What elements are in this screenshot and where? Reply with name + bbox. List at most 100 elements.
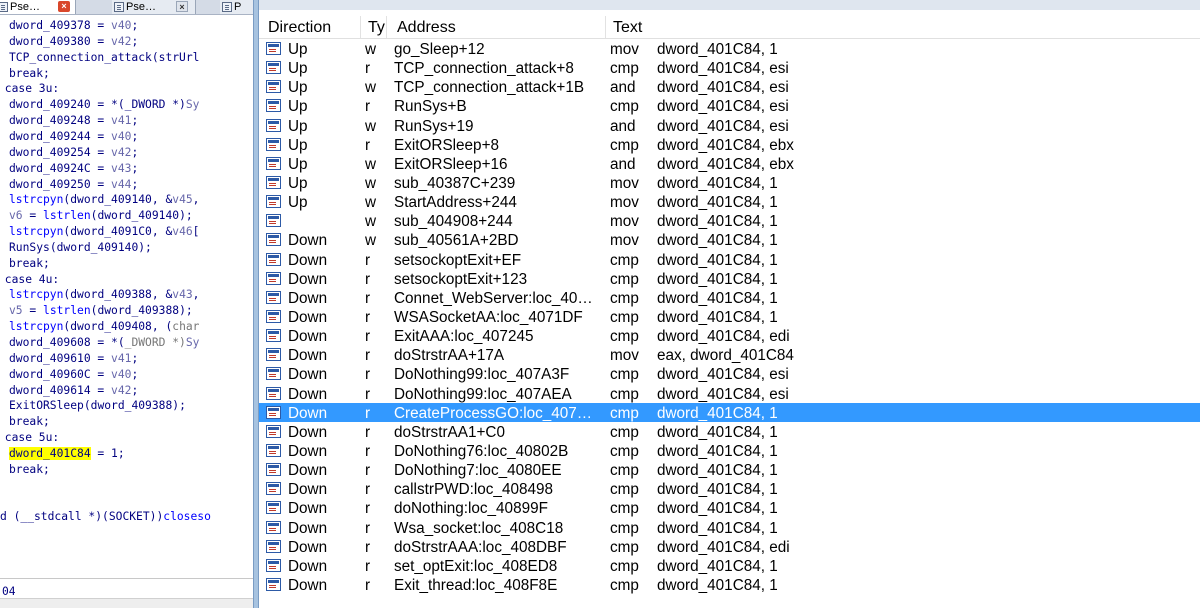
xref-row[interactable]: Up r TCP_connection_attack+8 cmp dword_401C8… — [259, 58, 1200, 77]
xref-type: r — [365, 251, 371, 269]
xref-instruction: cmp — [610, 270, 639, 288]
xref-row[interactable]: Down r DoNothing99:loc_407AEA cmp dword_401C… — [259, 384, 1200, 403]
xref-direction: Up — [288, 174, 308, 192]
code-line[interactable]: TCP_connection_attack(strUrl — [9, 50, 199, 66]
xref-row[interactable]: Down r setsockoptExit+123 cmp dword_401C84, … — [259, 269, 1200, 288]
xref-icon — [266, 329, 281, 343]
column-divider[interactable] — [386, 16, 387, 38]
xref-row[interactable]: Up w go_Sleep+12 mov dword_401C84, 1 — [259, 39, 1200, 58]
code-token: = — [90, 351, 112, 365]
xref-row[interactable]: Down r callstrPWD:loc_408498 cmp dword_401C8… — [259, 479, 1200, 498]
code-token: = — [90, 177, 112, 191]
code-line[interactable]: lstrcpyn(dword_4091C0, &v46[ — [9, 224, 199, 240]
xref-row[interactable]: Up w ExitORSleep+16 and dword_401C84, ebx — [259, 154, 1200, 173]
xref-row[interactable]: Up w StartAddress+244 mov dword_401C84, 1 — [259, 192, 1200, 211]
code-line[interactable]: dword_409614 = v42; — [9, 383, 138, 399]
code-line[interactable]: break; — [9, 462, 50, 478]
code-line[interactable]: case 4u: — [5, 272, 59, 288]
code-line[interactable]: dword_40924C = v43; — [9, 161, 138, 177]
xref-row[interactable]: Down w sub_40561A+2BD mov dword_401C84, 1 — [259, 230, 1200, 249]
xref-address: setsockoptExit+123 — [394, 270, 528, 288]
xref-row[interactable]: Down r Wsa_socket:loc_408C18 cmp dword_401C8… — [259, 518, 1200, 537]
xref-instruction: mov — [610, 194, 639, 212]
xref-type: r — [365, 404, 371, 422]
code-token: = — [22, 209, 44, 223]
tab-label: Pse… — [10, 1, 40, 13]
xref-icon — [266, 501, 281, 515]
code-line[interactable]: dword_409378 = v40; — [9, 18, 138, 34]
xref-instruction: mov — [610, 213, 639, 231]
code-token: v46 — [172, 225, 193, 239]
code-line[interactable]: lstrcpyn(dword_409140, &v45, — [9, 192, 199, 208]
xref-row[interactable]: Down r doStrstrAA1+C0 cmp dword_401C84, 1 — [259, 422, 1200, 441]
code-line[interactable]: break; — [9, 414, 50, 430]
close-tab-icon[interactable]: × — [176, 1, 188, 12]
code-line[interactable]: dword_409380 = v42; — [9, 34, 138, 50]
xref-icon — [266, 252, 281, 266]
xref-row[interactable]: Down r DoNothing99:loc_407A3F cmp dword_401C… — [259, 364, 1200, 383]
xref-row[interactable]: Down r Exit_thread:loc_408F8E cmp dword_401C… — [259, 575, 1200, 594]
column-header-address[interactable]: Address — [388, 10, 607, 38]
code-line[interactable]: dword_409240 = *(_DWORD *)Sy — [9, 97, 199, 113]
code-line[interactable]: ExitORSleep(dword_409388); — [9, 398, 186, 414]
code-line[interactable]: d (__stdcall *)(SOCKET))closeso — [0, 509, 211, 525]
xref-row[interactable]: Up w RunSys+19 and dword_401C84, esi — [259, 116, 1200, 135]
xref-row[interactable]: Up r ExitORSleep+8 cmp dword_401C84, ebx — [259, 135, 1200, 154]
code-token: Sy — [185, 336, 200, 349]
xref-type: w — [365, 232, 377, 250]
code-token: = — [90, 19, 112, 32]
code-token: v40 — [111, 19, 132, 32]
xref-direction: Up — [288, 98, 308, 116]
code-line[interactable]: dword_409254 = v42; — [9, 145, 138, 161]
xref-instruction: cmp — [610, 251, 639, 269]
xref-row[interactable]: Down r Connet_WebServer:loc_40… cmp dword_40… — [259, 288, 1200, 307]
code-line[interactable]: lstrcpyn(dword_409408, (char — [9, 319, 199, 335]
code-line[interactable]: lstrcpyn(dword_409388, &v43, — [9, 287, 199, 303]
code-line[interactable]: dword_401C84 = 1; — [9, 446, 125, 462]
code-line[interactable]: case 3u: — [5, 81, 59, 97]
code-line[interactable]: dword_409608 = *(_DWORD *)Sy — [9, 335, 199, 351]
xref-row[interactable]: Down r DoNothing76:loc_40802B cmp dword_401C… — [259, 441, 1200, 460]
xref-direction: Up — [288, 194, 308, 212]
horizontal-scrollbar[interactable] — [0, 598, 253, 608]
xref-row[interactable]: Down r WSASocketAA:loc_4071DF cmp dword_401C… — [259, 307, 1200, 326]
code-token: lstrcpyn — [9, 225, 64, 239]
code-line[interactable]: dword_409244 = v40; — [9, 129, 138, 145]
code-token: , — [192, 193, 200, 207]
xref-icon — [266, 443, 281, 457]
column-header-direction[interactable]: Direction — [259, 10, 361, 38]
pseudocode-pane[interactable]: Pse… × Pse… × P dword_409378 = v40; dword… — [0, 0, 253, 608]
xref-row[interactable]: Down r doStrstrAAA:loc_408DBF cmp dword_401C… — [259, 537, 1200, 556]
xref-icon — [266, 367, 281, 381]
xref-row[interactable]: Down r CreateProcessGO:loc_407… cmp dword_40… — [259, 402, 1200, 422]
column-header-text[interactable]: Text — [604, 10, 904, 38]
xref-row[interactable]: Down r doNothing:loc_40899F cmp dword_401C84… — [259, 498, 1200, 517]
close-tab-icon[interactable]: × — [58, 1, 70, 12]
code-line[interactable]: break; — [9, 66, 50, 82]
column-header-type[interactable]: Ty| — [359, 10, 385, 38]
xref-row[interactable]: Up w TCP_connection_attack+1B and dword_401C… — [259, 77, 1200, 96]
xref-row[interactable]: Up r RunSys+B cmp dword_401C84, esi — [259, 96, 1200, 115]
xref-row[interactable]: Down r DoNothing7:loc_4080EE cmp dword_401C8… — [259, 460, 1200, 479]
code-token: dword_409240 — [9, 98, 91, 112]
code-line[interactable]: dword_409250 = v44; — [9, 177, 138, 193]
xref-operands: dword_401C84, esi — [657, 385, 789, 403]
code-line[interactable]: dword_409610 = v41; — [9, 351, 138, 367]
xref-row[interactable]: Down r doStrstrAA+17A mov eax, dword_401C84 — [259, 345, 1200, 364]
xref-row[interactable]: w sub_404908+244 mov dword_401C84, 1 — [259, 211, 1200, 230]
code-line[interactable]: case 5u: — [5, 430, 59, 446]
code-token: ; — [131, 114, 139, 128]
code-token: v6 — [9, 209, 23, 223]
code-line[interactable]: v6 = lstrlen(dword_409140); — [9, 208, 193, 224]
xref-row[interactable]: Up w sub_40387C+239 mov dword_401C84, 1 — [259, 173, 1200, 192]
code-line[interactable]: RunSys(dword_409140); — [9, 240, 152, 256]
code-line[interactable]: v5 = lstrlen(dword_409388); — [9, 303, 193, 319]
xref-row[interactable]: Down r ExitAAA:loc_407245 cmp dword_401C84, … — [259, 326, 1200, 345]
code-line[interactable]: dword_40960C = v40; — [9, 367, 138, 383]
tab-pseudocode-3[interactable]: P — [220, 0, 253, 14]
code-line[interactable]: break; — [9, 256, 50, 272]
xref-row[interactable]: Down r set_optExit:loc_408ED8 cmp dword_401C… — [259, 556, 1200, 575]
code-line[interactable]: dword_409248 = v41; — [9, 113, 138, 129]
xref-instruction: cmp — [610, 404, 639, 422]
xref-row[interactable]: Down r setsockoptExit+EF cmp dword_401C84, 1 — [259, 250, 1200, 269]
